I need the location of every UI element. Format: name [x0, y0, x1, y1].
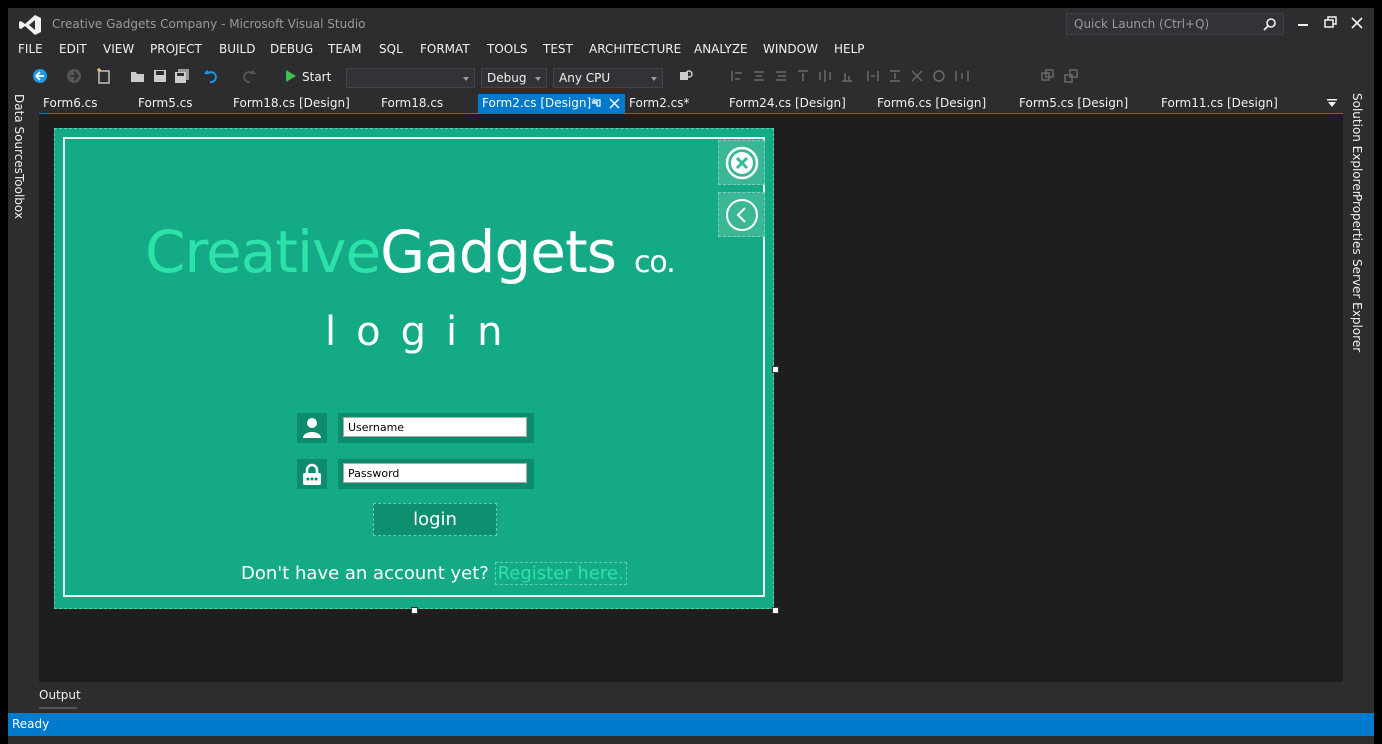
- visual-studio-logo-icon: [19, 15, 41, 35]
- redo-icon[interactable]: [240, 68, 256, 84]
- navigate-forward-icon[interactable]: [66, 68, 82, 84]
- tab-form2-cs[interactable]: Form2.cs*: [625, 94, 725, 113]
- menu-bar: FILE EDIT VIEW PROJECT BUILD DEBUG TEAM …: [8, 40, 1374, 62]
- properties-tab[interactable]: Properties: [1350, 194, 1364, 255]
- password-input[interactable]: [343, 463, 527, 483]
- output-tab-label: Output: [39, 688, 81, 702]
- register-prompt-text: Don't have an account yet?: [241, 563, 489, 584]
- tab-form18-cs[interactable]: Form18.cs: [377, 94, 478, 113]
- server-explorer-tab[interactable]: Server Explorer: [1350, 259, 1364, 352]
- menu-debug[interactable]: DEBUG: [270, 42, 313, 56]
- standard-toolbar: Start Debug Any CPU: [8, 62, 1374, 92]
- tab-form5-cs[interactable]: Form5.cs: [134, 94, 229, 113]
- menu-test[interactable]: TEST: [543, 42, 573, 56]
- close-icon[interactable]: [1340, 10, 1374, 36]
- resize-handle-corner[interactable]: [772, 607, 779, 614]
- output-tab-underline: [39, 707, 77, 709]
- status-bar: Ready: [8, 713, 1374, 736]
- menu-file[interactable]: FILE: [18, 42, 43, 56]
- left-tool-window-rail: Data Sources Toolbox: [8, 92, 30, 692]
- chevron-down-icon: [651, 77, 657, 81]
- menu-format[interactable]: FORMAT: [420, 42, 470, 56]
- form-close-button[interactable]: [718, 140, 765, 185]
- resize-handle-right[interactable]: [772, 366, 779, 373]
- menu-team[interactable]: TEAM: [328, 42, 361, 56]
- window-title: Creative Gadgets Company - Microsoft Vis…: [52, 17, 366, 31]
- tab-form2-design[interactable]: Form2.cs [Design]*: [478, 94, 625, 113]
- back-arrow-icon: [726, 199, 758, 231]
- menu-analyze[interactable]: ANALYZE: [694, 42, 748, 56]
- menu-view[interactable]: VIEW: [103, 42, 134, 56]
- navigate-back-icon[interactable]: [32, 68, 48, 84]
- layout-toolbar-icons[interactable]: [730, 68, 980, 84]
- menu-edit[interactable]: EDIT: [59, 42, 87, 56]
- designer-surface: CreativeGadgetsco. login login Don't hav…: [39, 114, 1343, 682]
- output-tab[interactable]: Output: [39, 688, 81, 709]
- login-button[interactable]: login: [373, 503, 497, 536]
- tab-form6-cs[interactable]: Form6.cs: [39, 94, 134, 113]
- chevron-down-icon: [463, 77, 469, 81]
- visual-studio-window: Creative Gadgets Company - Microsoft Vis…: [8, 8, 1374, 744]
- menu-build[interactable]: BUILD: [219, 42, 255, 56]
- tab-form6-design[interactable]: Form6.cs [Design]: [873, 94, 1015, 113]
- save-icon[interactable]: [152, 68, 168, 84]
- undo-icon[interactable]: [204, 68, 220, 84]
- find-in-files-icon[interactable]: [678, 68, 694, 84]
- form-back-button[interactable]: [718, 192, 765, 237]
- right-tool-window-rail: Solution Explorer Properties Server Expl…: [1344, 92, 1374, 692]
- tab-form11-design[interactable]: Form11.cs [Design]: [1157, 94, 1305, 113]
- menu-project[interactable]: PROJECT: [150, 42, 202, 56]
- data-sources-tab[interactable]: Data Sources: [12, 94, 26, 174]
- close-tab-icon[interactable]: [609, 98, 620, 109]
- close-circle-icon: [725, 146, 759, 180]
- brand-logo: CreativeGadgets co.: [145, 218, 676, 286]
- pin-icon[interactable]: [591, 98, 602, 109]
- menu-window[interactable]: WINDOW: [763, 42, 818, 56]
- password-field-frame: [338, 459, 534, 489]
- resize-handle-bottom[interactable]: [411, 607, 418, 614]
- menu-help[interactable]: HELP: [834, 42, 865, 56]
- quick-launch-input[interactable]: Quick Launch (Ctrl+Q): [1066, 13, 1284, 35]
- document-tab-strip: Form6.cs Form5.cs Form18.cs [Design] For…: [39, 94, 1343, 115]
- solution-platform-combo[interactable]: Any CPU: [553, 68, 663, 88]
- play-icon: [286, 70, 296, 82]
- tab-form24-design[interactable]: Form24.cs [Design]: [725, 94, 873, 113]
- lock-icon-box: [297, 459, 327, 489]
- menu-architecture[interactable]: ARCHITECTURE: [589, 42, 681, 56]
- menu-sql[interactable]: SQL: [379, 42, 403, 56]
- login-heading: login: [325, 309, 523, 355]
- tab-form18-design[interactable]: Form18.cs [Design]: [229, 94, 377, 113]
- login-form-preview[interactable]: CreativeGadgetsco. login login Don't hav…: [54, 128, 774, 609]
- search-icon: [1263, 18, 1276, 31]
- toolbox-tab[interactable]: Toolbox: [12, 174, 26, 219]
- username-field-frame: [338, 413, 534, 443]
- start-label: Start: [302, 70, 332, 84]
- chevron-down-icon: [535, 77, 541, 81]
- menu-tools[interactable]: TOOLS: [487, 42, 528, 56]
- open-file-icon[interactable]: [130, 68, 146, 84]
- new-project-icon[interactable]: [96, 68, 112, 84]
- status-text: Ready: [12, 717, 50, 731]
- register-prompt: Don't have an account yet? Register here…: [241, 562, 627, 585]
- title-bar: Creative Gadgets Company - Microsoft Vis…: [8, 8, 1374, 40]
- tab-overflow-icon[interactable]: [1327, 98, 1337, 108]
- start-debugging-button[interactable]: Start: [286, 70, 331, 84]
- user-icon: [303, 418, 321, 438]
- username-input[interactable]: [343, 417, 527, 437]
- user-icon-box: [297, 413, 327, 443]
- tab-form5-design[interactable]: Form5.cs [Design]: [1015, 94, 1157, 113]
- lock-icon: [303, 463, 321, 485]
- save-all-icon[interactable]: [174, 68, 190, 84]
- solution-explorer-tab[interactable]: Solution Explorer: [1350, 93, 1364, 196]
- quick-launch-placeholder: Quick Launch (Ctrl+Q): [1074, 17, 1210, 31]
- order-toolbar-icons[interactable]: [1041, 68, 1091, 84]
- solution-configuration-combo[interactable]: Debug: [481, 68, 547, 88]
- debug-target-combo[interactable]: [346, 68, 475, 88]
- register-link[interactable]: Register here.: [494, 562, 627, 585]
